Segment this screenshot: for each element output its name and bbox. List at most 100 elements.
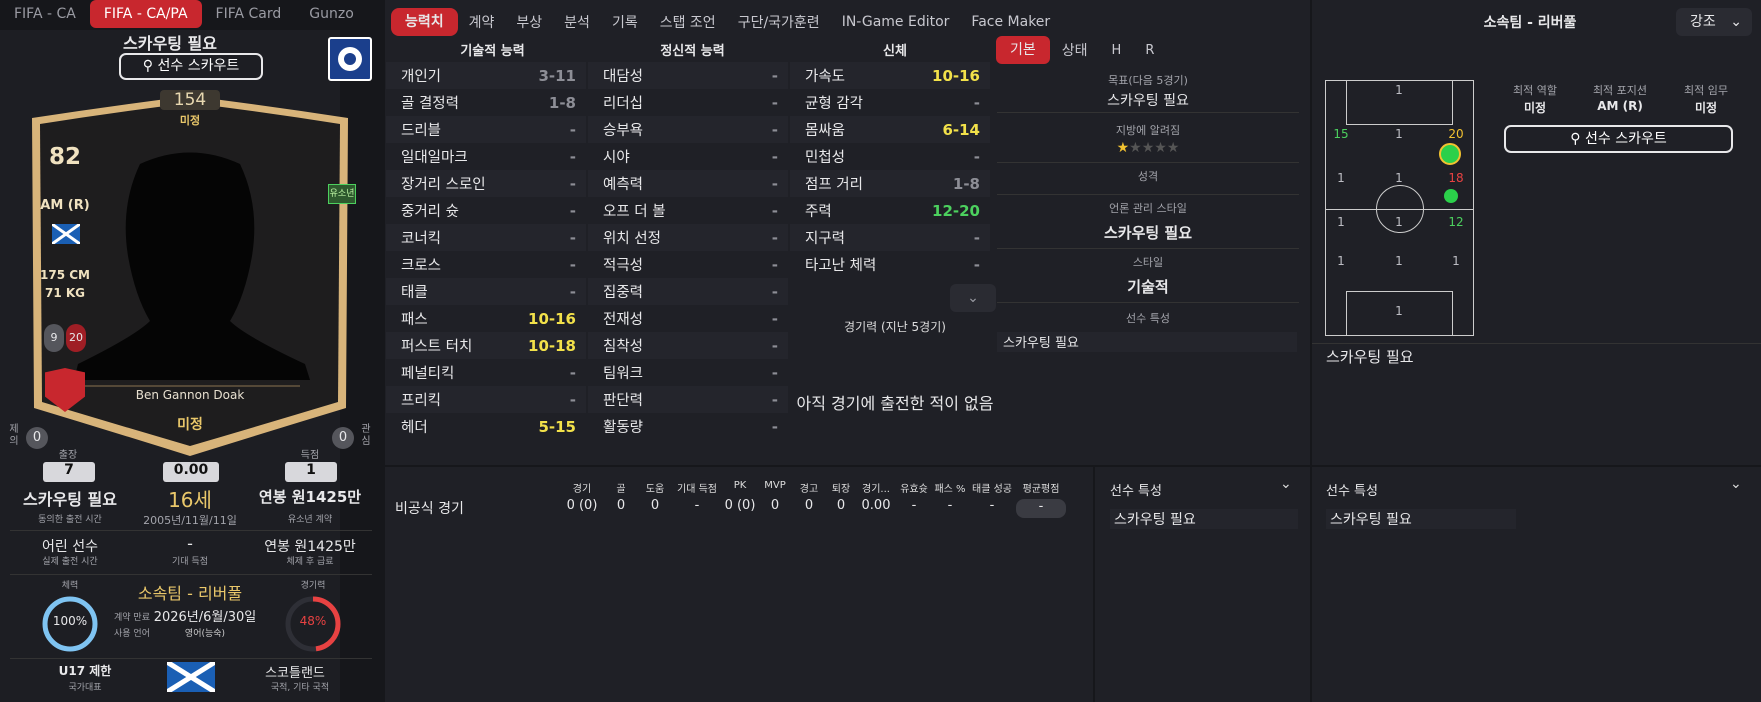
tab-gunzo[interactable]: Gunzo — [295, 0, 368, 28]
tab-r[interactable]: R — [1133, 43, 1166, 58]
attribute-row: 일대일마크 - — [386, 143, 586, 170]
attribute-name: 태클 — [401, 285, 428, 301]
attribute-row: 드리블 - — [386, 116, 586, 143]
tab-basic[interactable]: 기본 — [996, 36, 1050, 64]
technical-list: 개인기 3-11 골 결정력 1-8 드리블 - 일대일마크 - 장거리 스로인 - 중거리 슛-코… — [386, 62, 586, 440]
pitch-diagram: 1 15 1 20 1 1 18 1 1 12 1 1 1 1 — [1325, 80, 1474, 336]
player-name: Ben Gannon Doak — [135, 388, 245, 402]
traits-value: 스카우팅 필요 — [997, 332, 1297, 352]
traits-value-2: 스카우팅 필요 — [1326, 509, 1516, 529]
tab-contract[interactable]: 계약 — [458, 12, 506, 32]
tab-h[interactable]: H — [1100, 43, 1134, 58]
country-sub: 국적, 기타 국적 — [270, 683, 330, 693]
contract-end: 2026년/6월/30일 — [153, 610, 257, 625]
tab-ingame-editor[interactable]: IN-Game Editor — [831, 14, 961, 30]
interest-label: 관심 — [361, 424, 371, 447]
attribute-row: 태클 - — [386, 278, 586, 305]
tab-fifa-ca-pa[interactable]: FIFA - CA/PA — [89, 0, 202, 28]
badge-right: 20 — [66, 324, 86, 352]
pitch-num: 18 — [1448, 171, 1464, 185]
attribute-name: 예측력 — [603, 177, 644, 193]
status-label: 실제 출전 시간 — [42, 557, 98, 567]
scout-player-button[interactable]: ⚲ 선수 스카우트 — [119, 53, 263, 80]
season-cell: - — [989, 498, 995, 513]
wage-label: 유소년 계약 — [287, 515, 333, 525]
attribute-value: - — [973, 255, 980, 274]
attribute-value: - — [771, 282, 778, 301]
tab-attributes[interactable]: 능력치 — [391, 8, 458, 36]
attribute-row: 주력 12-20 — [790, 197, 990, 224]
highlight-dropdown[interactable]: 강조 ⌄ — [1676, 8, 1752, 36]
tab-records[interactable]: 기록 — [601, 12, 649, 32]
attribute-value: - — [771, 93, 778, 112]
rating-value: 0.00 — [163, 462, 219, 482]
season-row-label: 비공식 경기 — [395, 501, 464, 517]
scout-player-button-right[interactable]: ⚲ 선수 스카우트 — [1504, 125, 1733, 153]
attribute-name: 오프 더 볼 — [603, 204, 666, 220]
tab-training[interactable]: 구단/국가훈련 — [727, 12, 831, 32]
pitch-num: 12 — [1448, 215, 1464, 229]
offers-label: 제의 — [9, 424, 19, 447]
season-col-header: 기대 득점 — [677, 484, 717, 495]
interest-count: 0 — [332, 427, 354, 449]
season-cell: - — [1016, 499, 1066, 518]
pitch-num: 1 — [1395, 304, 1403, 318]
attribute-name: 적극성 — [603, 258, 644, 274]
attribute-row: 페널티킥 - — [386, 359, 586, 386]
attribute-name: 장거리 스로인 — [401, 177, 486, 193]
card-height: 175 CM — [40, 268, 90, 282]
chevron-down-icon[interactable]: ⌄ — [950, 284, 996, 312]
attribute-name: 점프 거리 — [805, 177, 863, 193]
attribute-name: 코너킥 — [401, 231, 442, 247]
attribute-value: 12-20 — [932, 201, 980, 220]
attribute-name: 민첩성 — [805, 150, 846, 166]
attribute-name: 활동량 — [603, 420, 644, 436]
technical-header: 기술적 능력 — [460, 44, 525, 59]
overall-sub: 미정 — [179, 114, 201, 127]
apps-value: 7 — [43, 462, 95, 482]
pitch-num: 1 — [1452, 254, 1460, 268]
goals-label: 득점 — [300, 450, 320, 461]
attribute-name: 위치 선정 — [603, 231, 661, 247]
tab-face-maker[interactable]: Face Maker — [960, 14, 1061, 30]
attribute-row: 판단력 - — [588, 386, 788, 413]
attribute-value: - — [771, 390, 778, 409]
chevron-down-icon[interactable]: ⌄ — [1730, 476, 1742, 492]
pitch-num: 1 — [1337, 171, 1345, 185]
pitch-num: 1 — [1395, 127, 1403, 141]
attribute-value: 10-16 — [528, 309, 576, 328]
season-cell: 0 — [836, 498, 846, 513]
age-value: 16세 — [168, 488, 212, 512]
chevron-down-icon: ⌄ — [1730, 14, 1742, 30]
tab-fifa-ca[interactable]: FIFA - CA — [0, 0, 90, 28]
tab-status[interactable]: 상태 — [1050, 40, 1100, 60]
season-cell: 0 — [650, 498, 660, 513]
best-duty-value: 미정 — [1694, 101, 1718, 115]
tab-analysis[interactable]: 분석 — [553, 12, 601, 32]
season-cell: - — [694, 498, 700, 513]
pitch-num: 1 — [1395, 215, 1403, 229]
mental-header: 정신적 능력 — [660, 44, 725, 59]
expected-goals-label: 기대 득점 — [172, 557, 208, 567]
birth-date: 2005년/11월/11일 — [143, 514, 237, 527]
target-label: 목표(다음 5경기) — [1108, 74, 1188, 87]
attribute-name: 중거리 슛 — [401, 204, 459, 220]
card-rating: 82 — [48, 144, 81, 170]
best-role-label: 최적 역할 — [1513, 84, 1557, 97]
attribute-value: - — [771, 147, 778, 166]
attribute-name: 침착성 — [603, 339, 644, 355]
attribute-row: 적극성 - — [588, 251, 788, 278]
tab-injury[interactable]: 부상 — [505, 12, 553, 32]
status-value: 어린 선수 — [42, 539, 98, 555]
tab-fifa-card[interactable]: FIFA Card — [202, 0, 296, 28]
attribute-row: 균형 감각 - — [790, 89, 990, 116]
chevron-down-icon[interactable]: ⌄ — [1280, 476, 1292, 492]
attribute-row: 대담성 - — [588, 62, 788, 89]
attribute-value: - — [771, 174, 778, 193]
tab-staff-advice[interactable]: 스탭 조언 — [649, 12, 727, 32]
youth-tag: 유소년 — [328, 184, 356, 204]
card-weight: 71 KG — [44, 286, 86, 300]
pitch-num: 1 — [1395, 254, 1403, 268]
attribute-value: - — [973, 147, 980, 166]
attribute-value: 10-16 — [932, 66, 980, 85]
